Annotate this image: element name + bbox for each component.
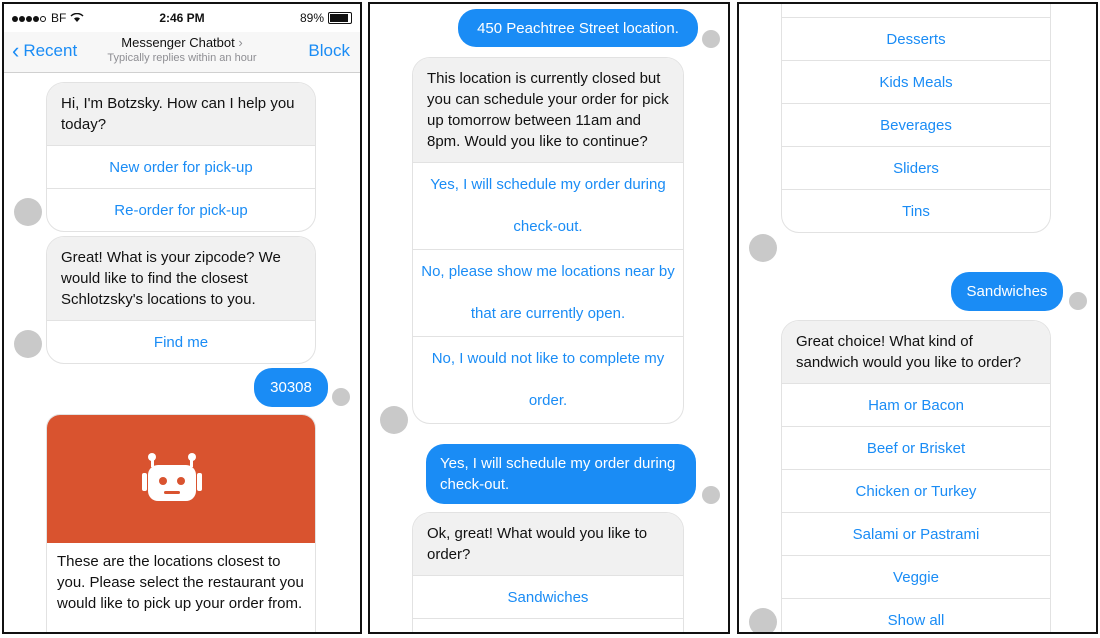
find-me-button[interactable]: Find me: [47, 320, 315, 363]
show-open-locations-button[interactable]: No, please show me locations near by tha…: [413, 249, 683, 336]
order-prompt-text: Ok, great! What would you like to order?: [413, 513, 683, 575]
button-line: No, please show me locations near by: [421, 263, 675, 280]
user-message-sandwiches: Sandwiches: [951, 272, 1063, 311]
order-prompt-card: Ok, great! What would you like to order?…: [412, 512, 684, 632]
menu-item-tacos[interactable]: Tacos: [782, 4, 1050, 17]
read-receipt-avatar: [702, 30, 720, 48]
bot-avatar: [380, 406, 408, 434]
chevron-right-icon: ›: [238, 35, 243, 50]
bot-avatar: [749, 234, 777, 262]
salads-button[interactable]: Salads: [413, 618, 683, 632]
read-receipt-avatar: [1069, 292, 1087, 310]
user-message-schedule: Yes, I will schedule my order during che…: [426, 444, 696, 504]
response-time-subtitle: Typically replies within an hour: [107, 52, 257, 64]
battery-icon: [328, 12, 352, 24]
button-line: No, I would not like to complete my: [431, 350, 665, 367]
button-line: order.: [528, 392, 568, 409]
button-line: Yes, I will schedule my order during: [430, 176, 666, 193]
schedule-order-button[interactable]: Yes, I will schedule my order during che…: [413, 162, 683, 249]
locations-text: These are the locations closest to you. …: [47, 543, 315, 622]
bot-avatar: [14, 330, 42, 358]
greeting-text: Hi, I'm Botzsky. How can I help you toda…: [47, 83, 315, 145]
menu-item-desserts[interactable]: Desserts: [782, 17, 1050, 60]
greeting-card: Hi, I'm Botzsky. How can I help you toda…: [46, 82, 316, 232]
bot-avatar: [14, 198, 42, 226]
sandwiches-button[interactable]: Sandwiches: [413, 575, 683, 618]
read-receipt-avatar: [332, 388, 350, 406]
zipcode-card: Great! What is your zipcode? We would li…: [46, 236, 316, 364]
beef-brisket-button[interactable]: Beef or Brisket: [782, 426, 1050, 469]
conversation-title[interactable]: Messenger Chatbot ›: [4, 35, 360, 50]
sandwich-prompt-text: Great choice! What kind of sandwich woul…: [782, 321, 1050, 383]
sandwich-type-card: Great choice! What kind of sandwich woul…: [781, 320, 1051, 632]
block-button[interactable]: Block: [308, 41, 350, 61]
closed-location-card: This location is currently closed but yo…: [412, 57, 684, 424]
status-bar: BF 2:46 PM 89%: [4, 4, 360, 32]
nav-bar: ‹ Recent Messenger Chatbot › Typically r…: [4, 32, 360, 73]
menu-item-tins[interactable]: Tins: [782, 189, 1050, 232]
button-line: that are currently open.: [470, 305, 626, 322]
battery-percent: 89%: [299, 11, 324, 25]
zipcode-prompt: Great! What is your zipcode? We would li…: [47, 237, 315, 320]
chat-screen-3: Tacos Desserts Kids Meals Beverages Slid…: [737, 2, 1098, 634]
button-line: check-out.: [513, 218, 583, 235]
user-message-zip: 30308: [254, 368, 328, 407]
chat-screen-2: 450 Peachtree Street location. This loca…: [368, 2, 730, 634]
menu-item-kids-meals[interactable]: Kids Meals: [782, 60, 1050, 103]
chat-screen-1: BF 2:46 PM 89% ‹ Recent Messenger Chatbo…: [2, 2, 362, 634]
ham-bacon-button[interactable]: Ham or Bacon: [782, 383, 1050, 426]
robot-icon: [142, 453, 202, 501]
menu-item-sliders[interactable]: Sliders: [782, 146, 1050, 189]
menu-item-beverages[interactable]: Beverages: [782, 103, 1050, 146]
user-message-location: 450 Peachtree Street location.: [458, 9, 698, 47]
show-all-button[interactable]: Show all: [782, 598, 1050, 632]
bot-avatar: [749, 608, 777, 632]
reorder-button[interactable]: Re-order for pick-up: [47, 188, 315, 231]
locations-card: These are the locations closest to you. …: [46, 414, 316, 632]
decline-order-button[interactable]: No, I would not like to complete my orde…: [413, 336, 683, 423]
closed-location-text: This location is currently closed but yo…: [413, 58, 683, 162]
new-order-button[interactable]: New order for pick-up: [47, 145, 315, 188]
menu-categories-card: Tacos Desserts Kids Meals Beverages Slid…: [781, 4, 1051, 233]
hero-image: [47, 415, 315, 543]
salami-pastrami-button[interactable]: Salami or Pastrami: [782, 512, 1050, 555]
chicken-turkey-button[interactable]: Chicken or Turkey: [782, 469, 1050, 512]
veggie-button[interactable]: Veggie: [782, 555, 1050, 598]
read-receipt-avatar: [702, 486, 720, 504]
